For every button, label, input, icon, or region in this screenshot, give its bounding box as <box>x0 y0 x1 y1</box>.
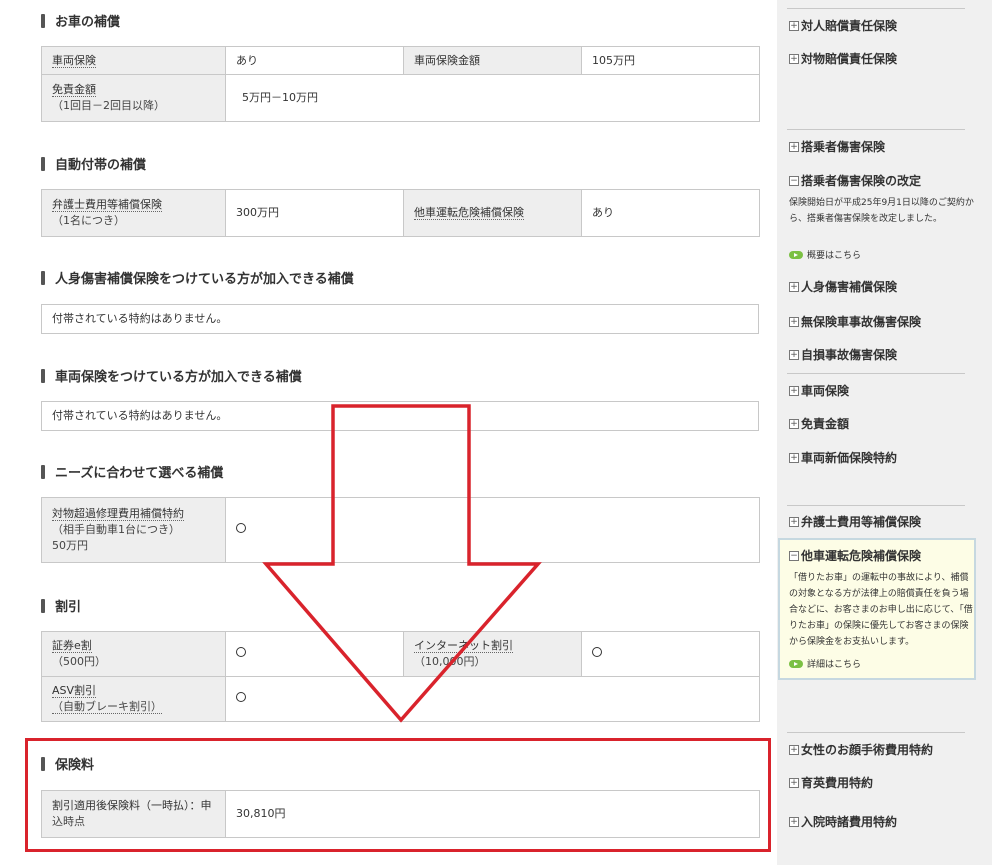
other-car-description: 「借りたお車」の運転中の事故により、補償の対象となる方が法律上の賠償責任を負う場… <box>789 573 973 647</box>
auto-coverage-table: 弁護士費用等補償保険 （1名につき） 300万円 他車運転危険補償保険 あり <box>41 189 760 237</box>
section-title-vehicle: 車両保険をつけている方が加入できる補償 <box>41 366 302 385</box>
repair-cost-label[interactable]: 対物超過修理費用補償特約 （相手自動車1台につき） 50万円 <box>41 497 226 563</box>
passenger-revision-link[interactable]: 概要はこちら <box>789 248 861 261</box>
cert-discount-label[interactable]: 証券e割 （500円） <box>41 631 226 677</box>
sidebar-item-property[interactable]: + 対物賠償責任保険 <box>789 50 897 67</box>
included-circle-icon <box>236 647 246 657</box>
sidebar-item-lawyer[interactable]: + 弁護士費用等補償保険 <box>789 513 921 530</box>
sidebar-item-deductible[interactable]: + 免責金額 <box>789 415 849 432</box>
section-title-car: お車の補償 <box>41 11 120 30</box>
section-title-personal: 人身傷害補償保険をつけている方が加入できる補償 <box>41 268 354 287</box>
divider <box>787 732 965 733</box>
expand-plus-icon: + <box>789 281 799 292</box>
expand-plus-icon: + <box>789 816 799 827</box>
internet-discount-value <box>581 631 760 677</box>
expand-plus-icon: + <box>789 777 799 788</box>
expand-plus-icon: + <box>789 141 799 152</box>
other-car-link[interactable]: 詳細はこちら <box>789 657 861 670</box>
section-bar <box>41 464 45 479</box>
sidebar: + 対人賠償責任保険 + 対物賠償責任保険 + 搭乗者傷害保険 − 搭乗者傷害保… <box>777 0 992 865</box>
expand-plus-icon: + <box>789 744 799 755</box>
divider <box>787 8 965 9</box>
vehicle-insurance-value: あり <box>225 46 404 75</box>
section-title-needs: ニーズに合わせて選べる補償 <box>41 462 223 481</box>
section-bar <box>41 270 45 285</box>
expand-plus-icon: + <box>789 385 799 396</box>
collapse-minus-icon: − <box>789 550 799 561</box>
included-circle-icon <box>236 692 246 702</box>
divider <box>787 373 965 374</box>
sidebar-item-passenger-revision[interactable]: − 搭乗者傷害保険の改定 <box>789 172 921 189</box>
expand-plus-icon: + <box>789 418 799 429</box>
sidebar-item-passenger[interactable]: + 搭乗者傷害保険 <box>789 138 885 155</box>
sidebar-item-uninsured[interactable]: + 無保険車事故傷害保険 <box>789 313 921 330</box>
other-car-label[interactable]: 他車運転危険補償保険 <box>403 189 582 237</box>
sidebar-item-facial[interactable]: + 女性のお顔手術費用特約 <box>789 741 933 758</box>
collapse-minus-icon: − <box>789 175 799 186</box>
expand-plus-icon: + <box>789 20 799 31</box>
divider <box>787 505 965 506</box>
sidebar-item-personal-injury[interactable]: + 人身傷害補償保険 <box>789 278 897 295</box>
divider <box>787 129 965 130</box>
deductible-value: 5万円－10万円 <box>225 74 760 122</box>
arrow-right-icon <box>789 250 803 259</box>
section-bar <box>41 13 45 28</box>
vehicle-insurance-label[interactable]: 車両保険 <box>41 46 226 75</box>
vehicle-amount-value: 105万円 <box>581 46 760 75</box>
arrow-right-icon <box>789 659 803 668</box>
section-bar <box>41 598 45 613</box>
expand-plus-icon: + <box>789 516 799 527</box>
car-coverage-table: 車両保険 あり 車両保険金額 105万円 免責金額 （1回目－2回目以降） 5万… <box>41 46 760 122</box>
sidebar-item-bodily[interactable]: + 対人賠償責任保険 <box>789 17 897 34</box>
personal-notice: 付帯されている特約はありません。 <box>41 304 759 334</box>
deductible-label[interactable]: 免責金額 （1回目－2回目以降） <box>41 74 226 122</box>
asv-discount-label[interactable]: ASV割引 （自動ブレーキ割引） <box>41 676 226 722</box>
sidebar-item-vehicle[interactable]: + 車両保険 <box>789 382 849 399</box>
expand-plus-icon: + <box>789 53 799 64</box>
other-car-value: あり <box>581 189 760 237</box>
down-arrow-icon <box>262 404 542 723</box>
sidebar-item-self-accident[interactable]: + 自損事故傷害保険 <box>789 346 897 363</box>
sidebar-item-new-car[interactable]: + 車両新価保険特約 <box>789 449 897 466</box>
sidebar-item-hospital[interactable]: + 入院時諸費用特約 <box>789 813 897 830</box>
sidebar-item-childcare[interactable]: + 育英費用特約 <box>789 774 873 791</box>
section-title-discount: 割引 <box>41 596 81 615</box>
expand-plus-icon: + <box>789 316 799 327</box>
section-bar <box>41 156 45 171</box>
premium-highlight-box <box>25 738 771 852</box>
section-bar <box>41 368 45 383</box>
section-title-auto: 自動付帯の補償 <box>41 154 146 173</box>
expand-plus-icon: + <box>789 452 799 463</box>
lawyer-fee-value: 300万円 <box>225 189 404 237</box>
included-circle-icon <box>592 647 602 657</box>
expand-plus-icon: + <box>789 349 799 360</box>
main-content: お車の補償 車両保険 あり 車両保険金額 105万円 免責金額 （1回目－2回目… <box>0 0 775 865</box>
sidebar-item-other-car[interactable]: − 他車運転危険補償保険 <box>789 547 921 564</box>
vehicle-amount-label: 車両保険金額 <box>403 46 582 75</box>
lawyer-fee-label[interactable]: 弁護士費用等補償保険 （1名につき） <box>41 189 226 237</box>
included-circle-icon <box>236 523 246 533</box>
passenger-revision-description: 保険開始日が平成25年9月1日以降のご契約から、搭乗者傷害保険を改定しました。 <box>789 198 974 224</box>
